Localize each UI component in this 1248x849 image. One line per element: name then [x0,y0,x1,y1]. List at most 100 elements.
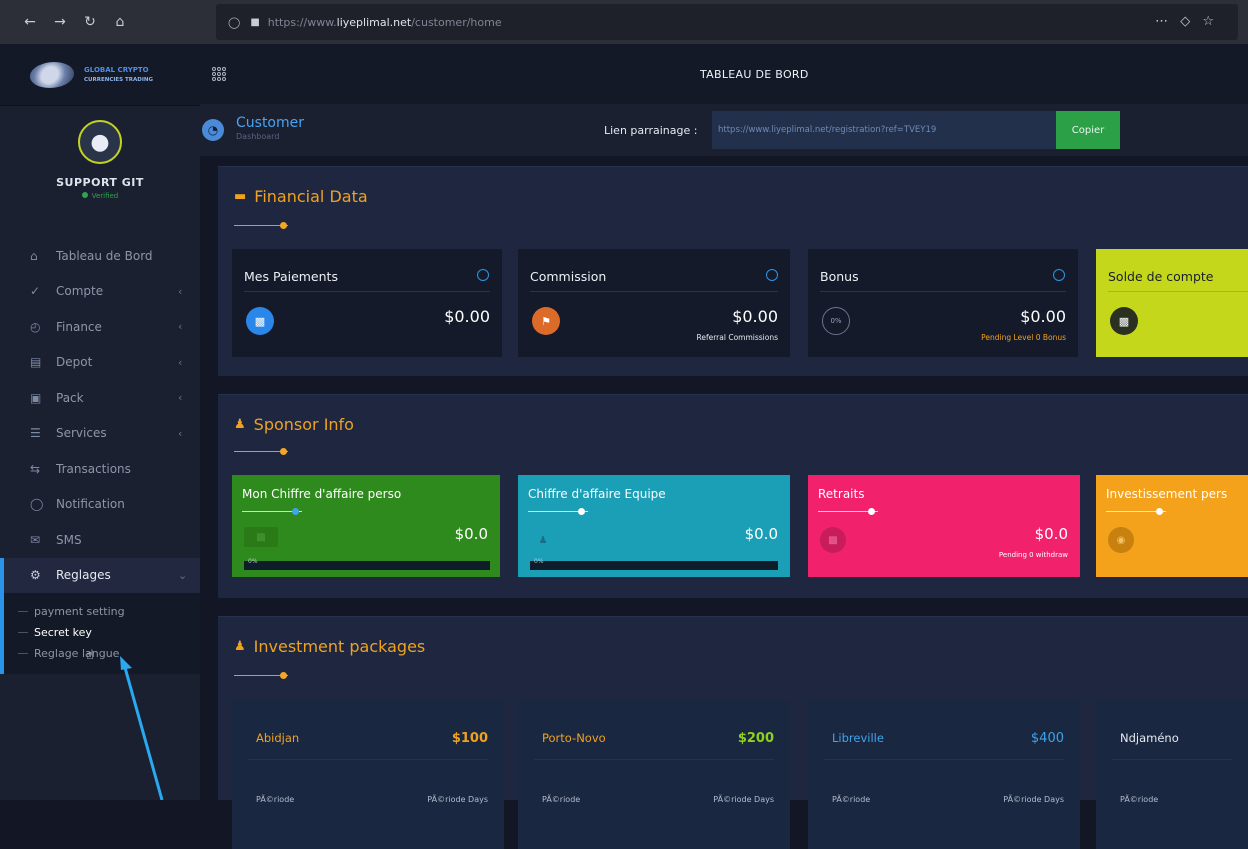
flag-icon: ⚑ [532,307,560,335]
package-card-ndjamena[interactable]: Ndjaméno PÃ©riode [1096,699,1248,849]
page-title-text: Customer [236,115,305,131]
package-price: $100 [451,731,488,746]
package-card-abidjan[interactable]: Abidjan $100 PÃ©riode PÃ©riode Days [232,699,504,849]
package-card-porto-novo[interactable]: Porto-Novo $200 PÃ©riode PÃ©riode Days [518,699,790,849]
chevron-left-icon: ‹ [178,320,183,334]
card-mes-paiements[interactable]: Mes Paiements ▩ $0.00 [232,249,502,357]
progress-label: 0% [248,558,258,565]
panel-title-text: Financial Data [254,187,368,206]
card-chiffre-affaire-perso[interactable]: Mon Chiffre d'affaire perso ▩ $0.0 0% [232,475,500,577]
apps-grid-icon[interactable] [212,67,226,81]
chat-icon: ◯ [30,497,44,512]
gear-icon: ⚙ [30,568,41,583]
url-domain: liyeplimal.net [336,15,412,29]
team-icon: ♟ [538,534,548,546]
card-commission[interactable]: Commission ⚑ $0.00 Referral Commissions [518,249,790,357]
shield-icon: ◯ [228,15,241,29]
card-solde-de-compte[interactable]: Solde de compte ▩ [1096,249,1248,357]
referral-link-field[interactable]: https://www.liyeplimal.net/registration?… [712,111,1056,149]
back-icon[interactable]: ← [22,14,38,30]
card-investissement-perso[interactable]: Investissement pers ◉ [1096,475,1248,577]
card-retraits[interactable]: Retraits ▩ $0.0 Pending 0 withdraw [808,475,1080,577]
annotation-arrow [120,656,164,800]
url-bar[interactable]: ◯ ■ https://www. liyeplimal.net/customer/… [216,4,1238,40]
submenu-item-payment-setting[interactable]: payment setting [4,601,200,622]
package-name: Libreville [832,731,884,745]
card-label: Commission [530,269,607,284]
more-icon[interactable]: ⋯ [1155,14,1172,29]
package-icon: ▣ [30,390,42,405]
sidebar-item-transactions[interactable]: ⇆ Transactions [0,451,200,487]
brand[interactable]: GLOBAL CRYPTO CURRENCIES TRADING [0,44,200,106]
lock-icon: ■ [250,16,260,28]
sidebar-item-label: Depot [56,355,93,370]
sidebar-item-tableau-de-bord[interactable]: ⌂ Tableau de Bord [0,238,200,274]
copy-button[interactable]: Copier [1056,111,1120,149]
sidebar-item-reglages[interactable]: ⚙ Reglages ⌄ [0,557,200,593]
circle-icon [477,269,489,281]
financial-data-panel: ▬ Financial Data Mes Paiements ▩ $0.00 Co… [218,166,1248,376]
package-price: $400 [1030,731,1064,746]
card-divider [1108,291,1248,292]
url-prefix: https://www. [267,15,337,29]
chevron-left-icon: ‹ [178,355,183,369]
circle-icon [766,269,778,281]
chevron-down-icon: ⌄ [178,568,188,582]
card-dot [292,508,299,515]
brand-text: GLOBAL CRYPTO CURRENCIES TRADING [84,65,153,85]
browser-toolbar: ← → ↻ ⌂ ◯ ■ https://www. liyeplimal.net/c… [0,0,1248,44]
sidebar-item-label: Reglages [56,568,111,583]
circle-icon [1053,269,1065,281]
card-label: Bonus [820,269,859,284]
star-icon[interactable]: ☆ [1202,14,1218,29]
reload-icon[interactable]: ↻ [82,14,98,30]
panel-title: ♟ Sponsor Info [234,415,354,434]
sponsor-info-panel: ♟ Sponsor Info Mon Chiffre d'affaire pers… [218,394,1248,598]
package-price: $200 [737,731,774,746]
package-divider [824,759,1064,760]
sidebar-item-sms[interactable]: ✉ SMS [0,522,200,558]
card-dot [578,508,585,515]
card-subtext: Referral Commissions [696,333,778,342]
card-value: $0.00 [1020,307,1066,326]
package-name: Ndjaméno [1120,731,1179,745]
sidebar-item-label: Notification [56,497,125,512]
card-bonus[interactable]: Bonus 0% $0.00 Pending Level 0 Bonus [808,249,1078,357]
bonus-percent-badge: 0% [822,307,850,335]
card-label: Mon Chiffre d'affaire perso [242,487,402,501]
progress-bar: 0% [530,558,778,570]
home-icon: ⌂ [30,248,38,263]
page-subtitle: Dashboard [236,132,280,141]
sidebar-item-label: Finance [56,319,102,334]
sidebar-item-compte[interactable]: ✓ Compte ‹ [0,274,200,310]
hand-cursor-icon: ☝ [86,648,94,663]
sidebar-item-label: Tableau de Bord [56,248,153,263]
home-icon[interactable]: ⌂ [112,14,128,30]
submenu-item-secret-key[interactable]: Secret key [4,622,200,643]
sidebar-item-services[interactable]: ☰ Services ‹ [0,416,200,452]
exchange-icon: ⇆ [30,461,41,476]
title-dot [280,448,287,455]
sidebar-item-label: Services [56,426,107,441]
panel-title: ♟ Investment packages [234,637,425,656]
sidebar-item-notification[interactable]: ◯ Notification [0,487,200,523]
forward-icon[interactable]: → [52,14,68,30]
status-label: Verified [91,192,119,200]
chevron-left-icon: ‹ [178,284,183,298]
card-value: $0.0 [1034,525,1068,543]
progress-bar: 0% [244,558,490,570]
sidebar-item-pack[interactable]: ▣ Pack ‹ [0,380,200,416]
sidebar-item-finance[interactable]: ◴ Finance ‹ [0,309,200,345]
mail-icon: ✉ [30,532,41,547]
avatar[interactable]: ● [78,120,122,164]
list-icon: ☰ [30,426,41,441]
check-icon: ✓ [30,284,41,299]
sidebar-item-label: Transactions [56,461,131,476]
package-card-libreville[interactable]: Libreville $400 PÃ©riode PÃ©riode Days [808,699,1080,849]
sidebar-item-depot[interactable]: ▤ Depot ‹ [0,345,200,381]
package-name: Porto-Novo [542,731,606,745]
pocket-icon[interactable]: ◇ [1180,14,1194,29]
card-chiffre-affaire-equipe[interactable]: Chiffre d'affaire Equipe ♟ $0.0 0% [518,475,790,577]
top-header: TABLEAU DE BORD [200,44,1248,104]
card-label: Mes Paiements [244,269,338,284]
